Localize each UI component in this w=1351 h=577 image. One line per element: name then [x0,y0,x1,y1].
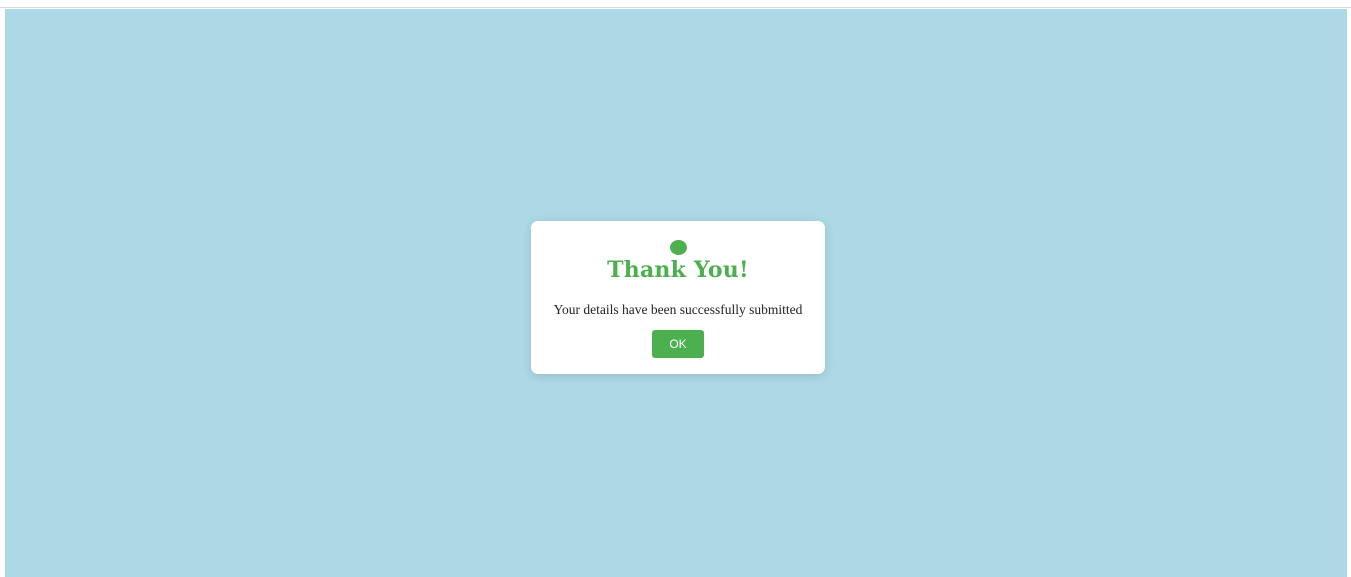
top-divider [0,7,1351,8]
page: Thank You! Your details have been succes… [0,0,1351,577]
thank-you-dialog: Thank You! Your details have been succes… [531,221,825,374]
dialog-message: Your details have been successfully subm… [553,302,803,317]
dialog-title: Thank You! [607,257,749,283]
success-dot-icon [670,240,687,255]
ok-button[interactable]: OK [652,330,704,358]
